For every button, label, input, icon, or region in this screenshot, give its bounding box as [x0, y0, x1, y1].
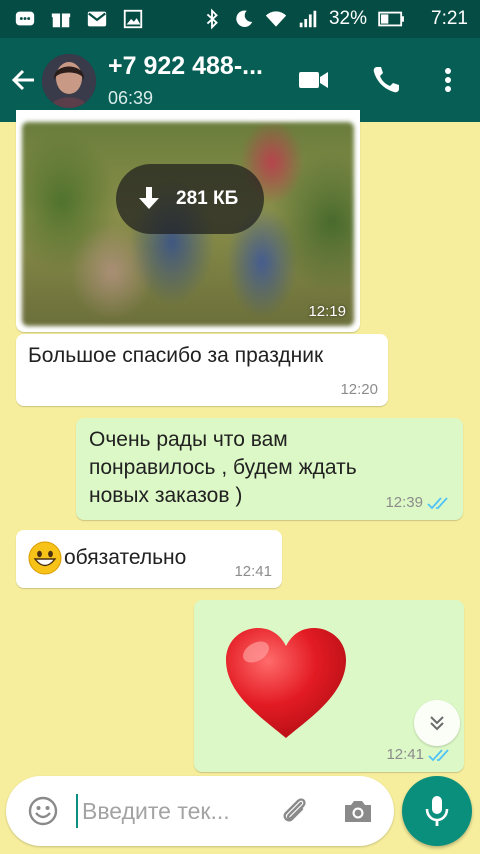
- battery-percentage: 32%: [328, 8, 368, 29]
- download-icon: [139, 187, 159, 209]
- message-time: 12:39: [385, 494, 423, 511]
- message-time: 12:19: [308, 303, 346, 320]
- mail-icon: [87, 11, 107, 27]
- incoming-message[interactable]: Большое спасибо за праздник 12:20: [16, 334, 388, 406]
- read-ticks-icon: [427, 497, 448, 510]
- back-arrow-icon[interactable]: [8, 64, 40, 96]
- chat-notification-icon: [15, 11, 35, 26]
- wifi-icon: [265, 11, 287, 27]
- message-line: понравилось , будем ждать: [89, 456, 357, 479]
- last-seen: 06:39: [108, 88, 154, 108]
- double-chevron-down-icon: [430, 716, 444, 731]
- contact-avatar[interactable]: [42, 54, 96, 108]
- signal-icon: [299, 10, 317, 28]
- text-cursor: [76, 794, 78, 828]
- message-time: 12:20: [340, 381, 378, 398]
- more-options-icon[interactable]: [430, 62, 466, 98]
- message-line: новых заказов ): [89, 484, 243, 507]
- status-bar: 32% 7:21: [0, 0, 480, 38]
- message-text: Большое спасибо за праздник: [28, 344, 324, 367]
- download-button[interactable]: 281 КБ: [116, 164, 264, 234]
- red-heart-emoji-icon: [226, 628, 346, 738]
- phone-call-icon[interactable]: [368, 62, 404, 98]
- message-time: 12:41: [386, 746, 424, 763]
- message-input[interactable]: [82, 796, 262, 826]
- message-text: Очень рады что вам понравилось , будем ж…: [89, 426, 357, 510]
- status-time: 7:21: [431, 8, 468, 29]
- attach-paperclip-icon[interactable]: [278, 794, 312, 828]
- scroll-to-bottom-button[interactable]: [414, 700, 460, 746]
- video-call-icon[interactable]: [296, 62, 332, 98]
- voice-record-button[interactable]: [402, 776, 472, 846]
- message-text: обязательно: [64, 546, 187, 569]
- battery-icon: [378, 11, 404, 27]
- do-not-disturb-moon-icon: [236, 10, 253, 27]
- message-line: Очень рады что вам: [89, 428, 288, 451]
- microphone-icon: [425, 796, 449, 826]
- download-size: 281 КБ: [176, 188, 239, 209]
- contact-name[interactable]: +7 922 488-...: [108, 52, 263, 81]
- gift-icon: [51, 13, 71, 28]
- grinning-face-emoji-icon: [28, 541, 62, 575]
- read-ticks-icon: [428, 749, 449, 762]
- bluetooth-icon: [206, 8, 218, 30]
- outgoing-message[interactable]: 12:41: [194, 600, 464, 772]
- incoming-message[interactable]: обязательно 12:41: [16, 530, 282, 588]
- camera-icon[interactable]: [342, 796, 374, 826]
- image-icon: [123, 9, 143, 29]
- emoji-icon[interactable]: [28, 796, 58, 826]
- message-time: 12:41: [234, 563, 272, 580]
- message-composer: [6, 776, 394, 846]
- outgoing-message[interactable]: Очень рады что вам понравилось , будем ж…: [76, 418, 463, 520]
